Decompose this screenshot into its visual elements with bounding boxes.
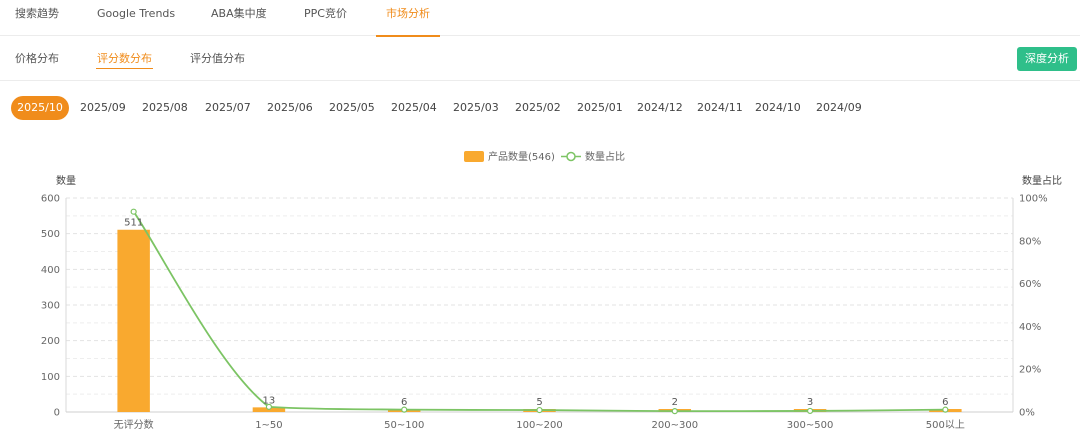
y-tick-label: 500 xyxy=(41,229,60,240)
ratio-point[interactable] xyxy=(536,406,543,414)
bar-data-label: 5 xyxy=(536,397,542,408)
y-tick-label: 100 xyxy=(41,372,60,383)
x-tick-label: 500以上 xyxy=(926,419,965,431)
y-tick-label: 300 xyxy=(41,301,60,312)
y-tick-label: 400 xyxy=(41,265,60,276)
x-tick-label: 200~300 xyxy=(652,420,699,431)
legend-label-bar: 产品数量(546) xyxy=(488,150,555,163)
x-tick-label: 1~50 xyxy=(255,420,282,431)
y-right-tick-label: 80% xyxy=(1019,236,1041,247)
y-right-tick-label: 40% xyxy=(1019,322,1041,333)
ratio-point[interactable] xyxy=(130,208,137,215)
x-tick-label: 无评分数 xyxy=(114,418,154,431)
y-right-tick-label: 20% xyxy=(1019,365,1041,376)
bar-data-label: 6 xyxy=(401,397,407,408)
x-tick-label: 50~100 xyxy=(384,420,424,431)
x-tick-label: 100~200 xyxy=(516,420,563,431)
bar-data-label: 6 xyxy=(942,397,948,408)
rating-count-chart: 0 100 200 300 400 500 600 0% 20% 40% 60% 80% 100% 数量 数… xyxy=(41,150,1062,431)
legend-label-line: 数量占比 xyxy=(585,150,625,163)
y-right-tick-label: 100% xyxy=(1019,194,1048,205)
bar-data-label: 2 xyxy=(672,397,678,408)
y-right-tick-label: 0% xyxy=(1019,408,1035,419)
ratio-point[interactable] xyxy=(671,408,678,415)
bar-data-label: 3 xyxy=(807,397,813,408)
y-right-tick-label: 60% xyxy=(1019,279,1041,290)
x-tick-label: 300~500 xyxy=(787,420,834,431)
y-tick-label: 600 xyxy=(41,194,60,205)
legend-swatch-line-marker xyxy=(566,151,576,162)
y-tick-label: 0 xyxy=(54,408,60,419)
bar-data-label: 13 xyxy=(263,395,276,406)
y-axis-title: 数量 xyxy=(56,174,76,187)
ratio-point[interactable] xyxy=(806,407,814,415)
y-tick-label: 200 xyxy=(41,336,60,347)
bar[interactable] xyxy=(117,229,150,412)
y-axis-right-title: 数量占比 xyxy=(1022,174,1062,187)
ratio-line xyxy=(132,211,946,413)
bar-data-label: 511 xyxy=(124,218,143,229)
legend-swatch-bar[interactable] xyxy=(464,151,484,162)
